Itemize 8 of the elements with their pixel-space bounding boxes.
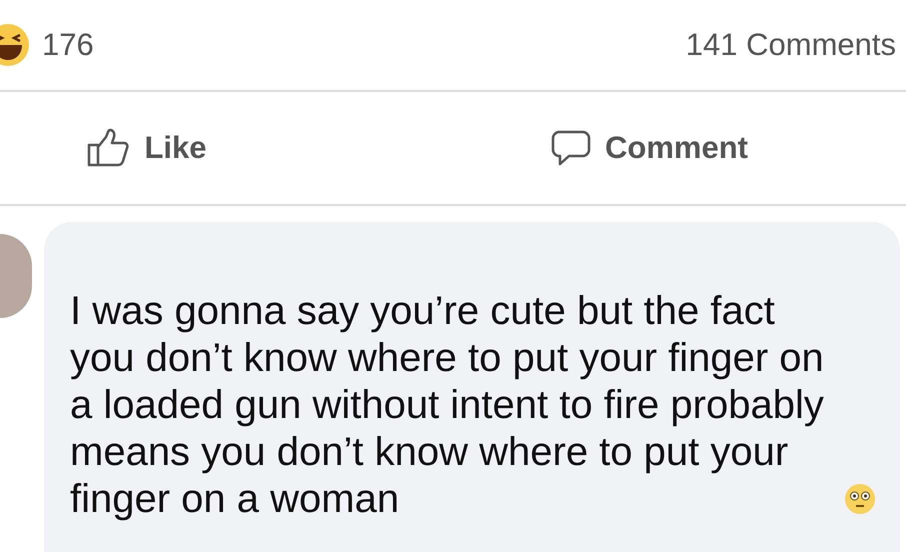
comments-count[interactable]: 141 Comments [686, 22, 896, 68]
comment-button[interactable]: Comment [551, 124, 748, 172]
thumbs-up-icon [86, 128, 130, 168]
flushed-emoji-icon [844, 483, 876, 515]
reaction-count: 176 [42, 26, 94, 64]
comment-text: I was gonna say you’re cute but the fact you don’t know where to put your finger on a loaded gun without intent to fire probably means you don’t know where to put your finger on a woman [70, 288, 825, 523]
speech-bubble-icon [551, 129, 592, 167]
like-button[interactable]: Like [86, 124, 207, 172]
